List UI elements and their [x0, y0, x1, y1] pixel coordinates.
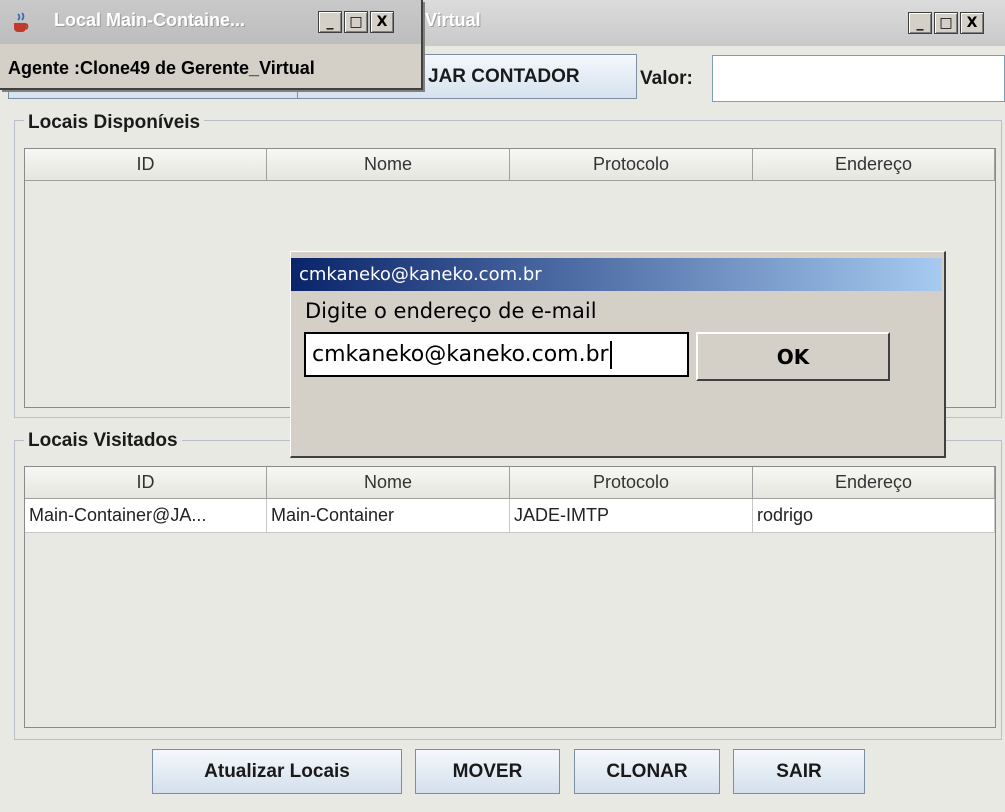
column-header-protocolo[interactable]: Protocolo	[510, 149, 753, 181]
column-header-protocolo[interactable]: Protocolo	[510, 467, 753, 499]
valor-input[interactable]	[712, 55, 1005, 102]
email-input[interactable]: cmkaneko@kaneko.com.br	[304, 332, 689, 377]
cell-endereco[interactable]: rodrigo	[753, 499, 995, 533]
agent-label: Agente :Clone49 de Gerente_Virtual	[8, 58, 315, 78]
main-window-title: Virtual	[425, 10, 481, 30]
mover-button[interactable]: MOVER	[415, 749, 560, 794]
java-cup-icon	[14, 12, 29, 32]
column-header-nome[interactable]: Nome	[267, 149, 510, 181]
column-header-id[interactable]: ID	[25, 467, 267, 499]
column-header-endereco[interactable]: Endereço	[753, 149, 995, 181]
dialog-prompt: Digite o endereço de e-mail	[305, 299, 597, 323]
ok-button[interactable]: OK	[696, 332, 890, 381]
cell-protocolo[interactable]: JADE-IMTP	[510, 499, 753, 533]
agent-window[interactable]: Local Main-Containe... _ □ X Agente :Clo…	[0, 0, 423, 90]
locais-visitados-title: Locais Visitados	[24, 430, 182, 452]
main-maximize-button[interactable]: □	[934, 12, 958, 34]
email-input-value: cmkaneko@kaneko.com.br	[312, 342, 609, 367]
dialog-titlebar[interactable]: cmkaneko@kaneko.com.br	[291, 258, 942, 291]
cell-nome[interactable]: Main-Container	[267, 499, 510, 533]
cell-id[interactable]: Main-Container@JA...	[25, 499, 267, 533]
dialog-title: cmkaneko@kaneko.com.br	[299, 264, 542, 285]
text-caret	[609, 340, 612, 369]
clonar-button[interactable]: CLONAR	[574, 749, 720, 794]
valor-label: Valor:	[640, 68, 693, 89]
column-header-endereco[interactable]: Endereço	[753, 467, 995, 499]
email-dialog[interactable]: cmkaneko@kaneko.com.br Digite o endereço…	[290, 251, 946, 458]
agent-window-title: Local Main-Containe...	[54, 10, 246, 30]
sair-button[interactable]: SAIR	[733, 749, 865, 794]
table-row[interactable]: Main-Container@JA... Main-Container JADE…	[25, 499, 995, 533]
locais-disponiveis-title: Locais Disponíveis	[24, 112, 205, 134]
agent-window-titlebar[interactable]: Local Main-Containe... _ □ X	[0, 0, 421, 44]
atualizar-locais-button[interactable]: Atualizar Locais	[152, 749, 402, 794]
agent-close-button[interactable]: X	[370, 11, 394, 33]
column-header-id[interactable]: ID	[25, 149, 267, 181]
agent-maximize-button[interactable]: □	[344, 11, 368, 33]
main-close-button[interactable]: X	[960, 12, 984, 34]
table-header: ID Nome Protocolo Endereço	[25, 149, 995, 181]
table-header: ID Nome Protocolo Endereço	[25, 467, 995, 499]
main-minimize-button[interactable]: _	[908, 12, 932, 34]
agent-minimize-button[interactable]: _	[318, 11, 342, 33]
contador-button-label: JAR CONTADOR	[428, 65, 580, 87]
column-header-nome[interactable]: Nome	[267, 467, 510, 499]
locais-visitados-table[interactable]: ID Nome Protocolo Endereço Main-Containe…	[24, 466, 996, 728]
